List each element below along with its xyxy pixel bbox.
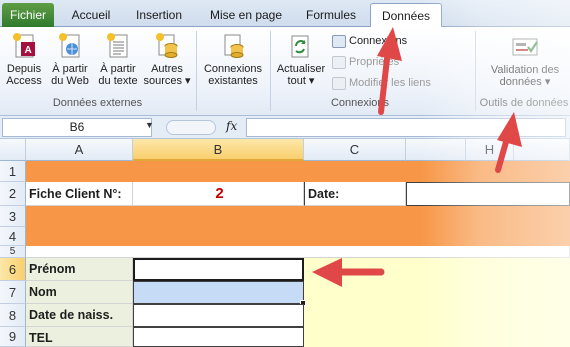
arrow-to-outils-de-donnees — [495, 112, 522, 173]
annotation-arrows — [312, 27, 522, 287]
arrow-to-cell-b6 — [312, 258, 385, 287]
arrow-to-donnees-tab — [377, 27, 402, 115]
